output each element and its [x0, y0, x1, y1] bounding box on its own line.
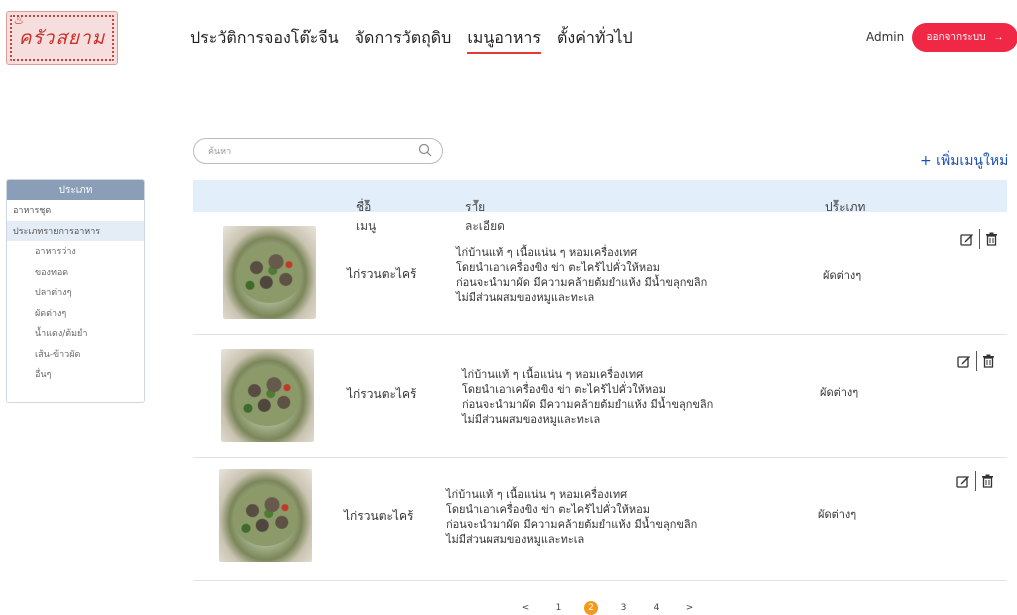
trash-icon[interactable] — [982, 354, 995, 368]
page-2-current[interactable]: 2 — [584, 601, 598, 615]
divider — [979, 229, 980, 249]
logout-button[interactable]: ออกจากระบบ → — [912, 23, 1017, 52]
nav-item-menu[interactable]: เมนูอาหาร — [467, 26, 541, 54]
sidebar-item-noodles-rice[interactable]: เส้น-ข้าวผัด — [7, 344, 144, 365]
menu-item-description: ไก่บ้านแท้ ๆ เนื้อแน่น ๆ หอมเครื่องเทศ โด… — [456, 246, 708, 304]
menu-item-category: ผัดต่างๆ — [823, 269, 862, 282]
divider — [976, 351, 977, 371]
trash-icon[interactable] — [981, 474, 994, 488]
menu-item-image — [219, 469, 312, 562]
search-input[interactable]: ค้นหา — [193, 138, 443, 164]
edit-icon[interactable] — [957, 354, 971, 368]
pagination: < 1 2 3 4 > — [509, 601, 706, 615]
user-name: Admin — [866, 30, 905, 44]
menu-item-description: ไก่บ้านแท้ ๆ เนื้อแน่น ๆ หอมเครื่องเทศ โด… — [446, 488, 698, 546]
sort-down-icon[interactable]: ▼ — [364, 198, 370, 207]
table-header: ชื่อเมนู ▼ รายละเอียด ▼ ประเภท ▼ — [193, 180, 1007, 233]
next-page-button[interactable]: > — [673, 601, 706, 615]
arrow-right-icon: → — [993, 32, 1004, 43]
menu-item-image — [223, 226, 316, 319]
nav-item-ingredients[interactable]: จัดการวัตถุดิบ — [355, 26, 452, 54]
sort-down-icon[interactable]: ▼ — [833, 198, 839, 207]
page-4[interactable]: 4 — [640, 601, 673, 615]
nav-item-settings[interactable]: ตั้งค่าทั่วไป — [557, 26, 633, 54]
menu-item-category: ผัดต่างๆ — [818, 508, 857, 521]
row-actions — [957, 351, 995, 371]
logo-text: ครัวสยาม — [18, 27, 106, 49]
menu-item-image — [221, 349, 314, 442]
sidebar-item-snacks[interactable]: อาหารว่าง — [7, 241, 144, 262]
menu-item-name: ไก่รวนตะไคร้ — [347, 387, 417, 401]
logout-label: ออกจากระบบ — [926, 32, 986, 43]
divider — [975, 471, 976, 491]
trash-icon[interactable] — [985, 232, 998, 246]
sidebar-header: ประเภท — [7, 180, 144, 200]
menu-item-name: ไก่รวนตะไคร้ — [344, 509, 414, 523]
edit-icon[interactable] — [956, 474, 970, 488]
search-placeholder: ค้นหา — [208, 147, 232, 157]
main-nav: ประวัติการจองโต๊ะจีน จัดการวัตถุดิบ เมนู… — [190, 26, 649, 54]
page-1[interactable]: 1 — [542, 601, 575, 615]
table-row[interactable]: ไก่รวนตะไคร้ ไก่บ้านแท้ ๆ เนื้อแน่น ๆ หอ… — [193, 335, 1007, 458]
menu-item-description: ไก่บ้านแท้ ๆ เนื้อแน่น ๆ หอมเครื่องเทศ โด… — [462, 368, 714, 426]
row-actions — [956, 471, 994, 491]
add-menu-button[interactable]: + เพิ่มเมนูใหม่ — [920, 150, 1008, 172]
category-sidebar: ประเภท อาหารชุด ประเภทรายการอาหาร อาหารว… — [6, 179, 145, 403]
row-actions — [960, 229, 998, 249]
menu-item-category: ผัดต่างๆ — [820, 386, 859, 399]
sidebar-item-others[interactable]: อื่นๆ — [7, 364, 144, 385]
edit-icon[interactable] — [960, 232, 974, 246]
page-3[interactable]: 3 — [607, 601, 640, 615]
nav-item-booking-history[interactable]: ประวัติการจองโต๊ะจีน — [190, 26, 339, 54]
sidebar-item-fish[interactable]: ปลาต่างๆ — [7, 282, 144, 303]
sidebar-item-soups[interactable]: น้ำแดง/ต้มยำ — [7, 323, 144, 344]
menu-item-name: ไก่รวนตะไคร้ — [347, 267, 417, 281]
sidebar-item-food-types[interactable]: ประเภทรายการอาหาร — [7, 220, 144, 241]
sort-down-icon[interactable]: ▼ — [473, 198, 479, 207]
sidebar-item-fried[interactable]: ของทอด — [7, 262, 144, 283]
sidebar-item-stir-fry[interactable]: ผัดต่างๆ — [7, 303, 144, 324]
prev-page-button[interactable]: < — [509, 601, 542, 615]
table-row[interactable]: ไก่รวนตะไคร้ ไก่บ้านแท้ ๆ เนื้อแน่น ๆ หอ… — [193, 212, 1007, 335]
brand-logo[interactable]: ♨ ครัวสยาม — [6, 11, 118, 65]
search-icon[interactable] — [418, 143, 432, 157]
sidebar-item-set-meals[interactable]: อาหารชุด — [7, 200, 144, 221]
table-row[interactable]: ไก่รวนตะไคร้ ไก่บ้านแท้ ๆ เนื้อแน่น ๆ หอ… — [193, 458, 1007, 581]
